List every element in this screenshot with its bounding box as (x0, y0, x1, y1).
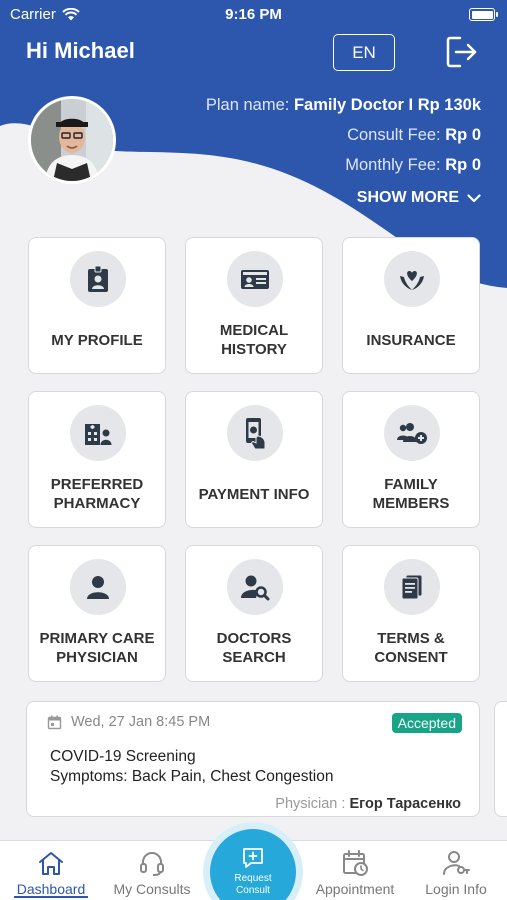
request-consult-label: Request Consult (234, 873, 272, 896)
hand-heart-icon (400, 271, 424, 290)
user-icon (87, 576, 109, 599)
tab-dashboard[interactable]: Dashboard (14, 841, 88, 900)
tab-my-consults[interactable]: My Consults (108, 841, 196, 900)
users-add-icon (397, 423, 427, 444)
user-search-icon (241, 575, 270, 601)
tile-label: FAMILY MEMBERS (372, 476, 450, 512)
next-appointment-card[interactable] (494, 701, 507, 817)
tile-insurance[interactable]: INSURANCE (342, 237, 480, 374)
status-bar: Carrier 9:16 PM (0, 0, 507, 30)
id-badge-icon (88, 265, 108, 292)
appointment-title: COVID-19 Screening (50, 748, 196, 765)
plan-name-row: Plan name: Family Doctor I Rp 130k (205, 96, 481, 114)
tile-preferred-pharmacy[interactable]: PREFERRED PHARMACY (28, 391, 166, 528)
tile-doctors-search[interactable]: DOCTORS SEARCH (185, 545, 323, 682)
monthly-fee-row: Monthly Fee: Rp 0 (345, 156, 481, 174)
tile-primary-care-physician[interactable]: PRIMARY CARE PHYSICIAN (28, 545, 166, 682)
tile-payment-info[interactable]: PAYMENT INFO (185, 391, 323, 528)
tile-label: MY PROFILE (51, 331, 143, 349)
consult-fee-row: Consult Fee: Rp 0 (347, 126, 481, 144)
hospital-building-icon (85, 424, 112, 445)
appointment-card[interactable]: Wed, 27 Jan 8:45 PM Accepted COVID-19 Sc… (26, 701, 480, 817)
tile-label: PRIMARY CARE PHYSICIAN (39, 630, 155, 666)
profile-photo (31, 99, 113, 181)
status-badge: Accepted (391, 713, 462, 733)
clock: 9:16 PM (225, 6, 282, 23)
show-more-button[interactable]: SHOW MORE (357, 189, 481, 207)
tile-family-members[interactable]: FAMILY MEMBERS (342, 391, 480, 528)
appointment-date: Wed, 27 Jan 8:45 PM (47, 714, 210, 730)
headset-icon (140, 852, 164, 876)
tab-appointment[interactable]: Appointment (308, 841, 402, 900)
plan-info: Plan name: Family Doctor I Rp 130k Consu… (206, 95, 481, 185)
chat-plus-icon (243, 848, 263, 868)
tile-label: TERMS & CONSENT (374, 630, 448, 666)
logout-button[interactable] (444, 34, 482, 70)
battery-icon (469, 8, 498, 21)
tile-label: MEDICAL HISTORY (219, 322, 289, 358)
avatar[interactable] (28, 96, 116, 184)
greeting: Hi Michael (26, 38, 135, 63)
chevron-down-icon (467, 193, 481, 202)
phone-payment-icon (246, 418, 266, 450)
tile-label: DOCTORS SEARCH (216, 630, 292, 666)
calendar-clock-icon (343, 850, 368, 876)
tile-my-profile[interactable]: MY PROFILE (28, 237, 166, 374)
home-icon (39, 852, 63, 875)
language-button[interactable]: EN (333, 34, 395, 71)
active-tab-indicator (14, 896, 88, 898)
dashboard-grid: MY PROFILE MEDICAL HISTORY INSURANCE PRE… (28, 237, 480, 682)
documents-icon (401, 574, 423, 600)
tile-label: INSURANCE (366, 331, 456, 349)
tile-medical-history[interactable]: MEDICAL HISTORY (185, 237, 323, 374)
tile-terms-consent[interactable]: TERMS & CONSENT (342, 545, 480, 682)
appointment-physician: Physician : Егор Тарасенко (275, 796, 461, 812)
logout-icon (446, 36, 477, 68)
id-card-icon (241, 270, 269, 289)
appointment-symptoms: Symptoms: Back Pain, Chest Congestion (50, 768, 334, 785)
tile-label: PAYMENT INFO (198, 485, 310, 503)
tile-label: PREFERRED PHARMACY (50, 476, 144, 512)
calendar-icon (47, 715, 62, 729)
user-key-icon (443, 851, 470, 875)
tab-login-info[interactable]: Login Info (418, 841, 494, 900)
